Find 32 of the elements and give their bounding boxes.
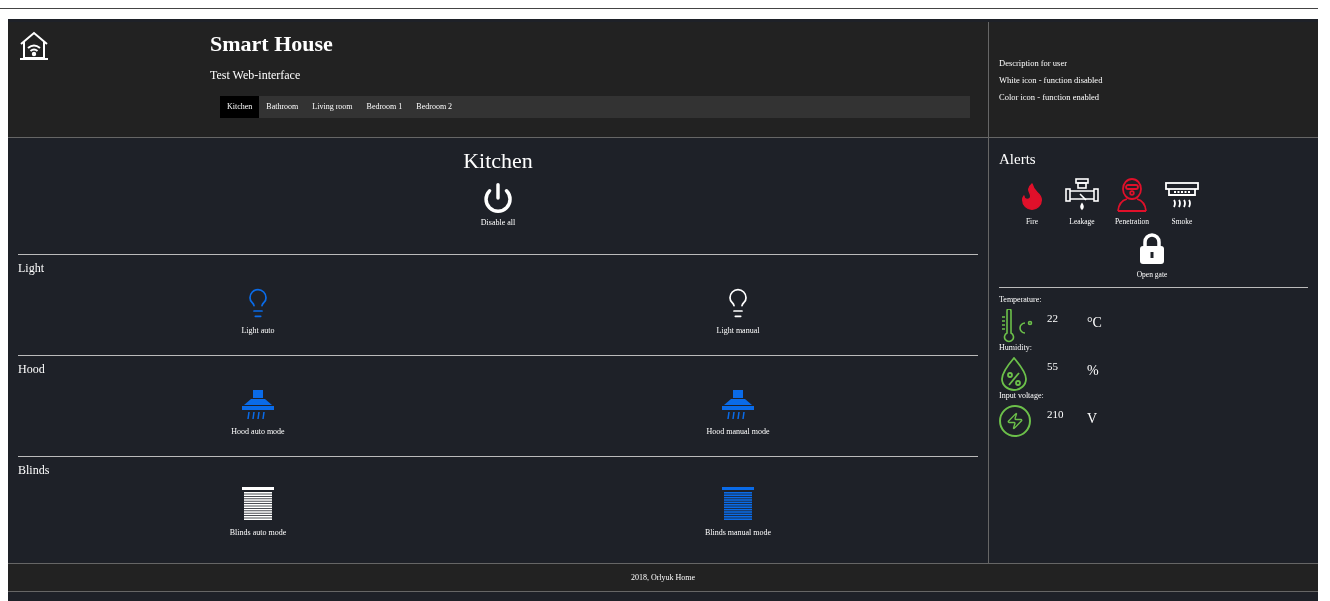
- site-title: Smart House: [210, 31, 334, 57]
- sensor-value: 55: [1047, 358, 1059, 374]
- sensor-label: Humidity:: [999, 342, 1033, 353]
- alerts-title: Alerts: [999, 150, 1037, 168]
- control-label: Light manual: [716, 325, 760, 337]
- section-title: Blinds: [18, 463, 51, 477]
- description-text: White icon - function disabled: [999, 75, 1104, 86]
- control-label: Blinds manual mode: [704, 527, 772, 539]
- section-title: Hood: [18, 362, 46, 376]
- sensor-unit: V: [1087, 409, 1098, 428]
- sensor-value: 22: [1047, 310, 1059, 326]
- room-tab[interactable]: Bathroom: [259, 96, 306, 118]
- site-subtitle: Test Web-interface: [210, 67, 302, 84]
- sensor-label: Input voltage:: [999, 390, 1045, 401]
- control-label: Hood auto mode: [231, 426, 285, 438]
- room-tab[interactable]: Living room: [305, 96, 360, 118]
- description-text: Description for user: [999, 58, 1068, 69]
- sensor-label: Temperature:: [999, 294, 1043, 305]
- sensor-unit: %: [1087, 361, 1099, 380]
- room-tab[interactable]: Bedroom 1: [359, 96, 410, 118]
- control-label: Hood manual mode: [706, 426, 770, 438]
- control-label: Light auto: [241, 325, 275, 337]
- room-title: Kitchen: [463, 148, 533, 174]
- sensor-unit: °C: [1087, 313, 1102, 332]
- section-title: Light: [18, 261, 45, 275]
- footer-text: 2018, Orlyuk Home: [630, 571, 696, 584]
- room-tab[interactable]: Bedroom 2: [409, 96, 460, 118]
- sensor-value: 210: [1047, 406, 1065, 422]
- disable-all-label: Disable all: [480, 217, 516, 229]
- control-label: Blinds auto mode: [229, 527, 287, 539]
- description-text: Color icon - function enabled: [999, 92, 1101, 103]
- room-tab[interactable]: Kitchen: [220, 96, 260, 118]
